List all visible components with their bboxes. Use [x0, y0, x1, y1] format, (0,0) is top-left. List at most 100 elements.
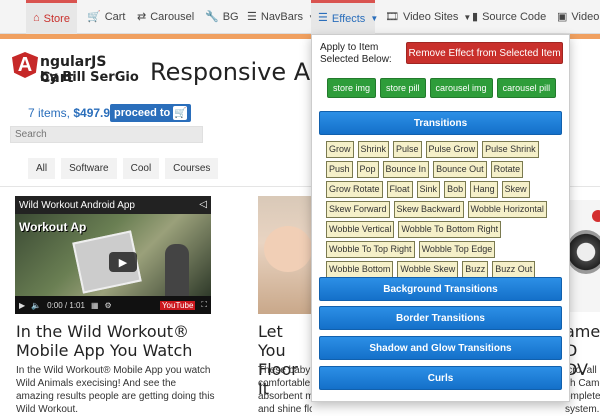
video-controls: ▶ 🔈 0:00 / 1:01 ▦ ⚙ YouTube ⛶ [15, 296, 211, 314]
top-navbar: ⌂ Store 🛒 Cart ⇄ Carousel 🔧 BG ☰ NavBars… [0, 0, 600, 34]
nav-store-label: Store [43, 12, 70, 25]
effect-chip[interactable]: Pulse [393, 141, 422, 158]
film-icon: 🎞 [385, 10, 399, 23]
nav-navbars-label: NavBars [260, 11, 304, 23]
section-shadow-glow-transitions[interactable]: Shadow and Glow Transitions [319, 336, 562, 360]
nav-effects[interactable]: ☰ Effects ▼ [311, 0, 378, 34]
effect-chip[interactable]: Wobble Skew [397, 261, 459, 278]
effect-chip[interactable]: Push [326, 161, 353, 178]
video-player[interactable]: Wild Workout Android App ◁ Workout Ap ▶ … [15, 196, 211, 314]
effect-chip[interactable]: Grow Rotate [326, 181, 383, 198]
description-line: system. This wire-free wa [565, 404, 600, 415]
effect-chip[interactable]: Skew [501, 181, 530, 198]
page-title: Responsive Ang [150, 58, 310, 86]
youtube-logo[interactable]: YouTube [159, 300, 196, 310]
filter-courses[interactable]: Courses [165, 158, 219, 179]
nav-video-sites-label: Video Sites [402, 11, 459, 23]
effect-chip[interactable]: Skew Backward [393, 201, 464, 218]
effect-chip[interactable]: Wobble Bottom [326, 261, 394, 278]
nav-video[interactable]: ▣ Video [550, 0, 600, 34]
search-input[interactable] [10, 126, 203, 143]
target-store-img[interactable]: store img [327, 78, 377, 98]
effect-chip[interactable]: Pulse Grow [425, 141, 479, 158]
nav-carousel[interactable]: ⇄ Carousel [130, 0, 201, 34]
effect-chip[interactable]: Pop [356, 161, 379, 178]
effect-chip[interactable]: Wobble Horizontal [467, 201, 547, 218]
description-line: ch Came [565, 378, 600, 389]
description-line: omplete [565, 391, 600, 402]
target-selector: store img store pill carousel img carous… [327, 78, 557, 98]
effect-chip[interactable]: Float [386, 181, 413, 198]
cart-icon: 🛒 [87, 10, 101, 23]
nav-store[interactable]: ⌂ Store [26, 0, 77, 34]
effect-chip[interactable]: Buzz [462, 261, 489, 278]
bookmark-icon: ▮ [472, 10, 479, 23]
section-background-transitions[interactable]: Background Transitions [319, 277, 562, 301]
effect-chip[interactable]: Pulse Shrink [482, 141, 539, 158]
effect-chip[interactable]: Wobble To Bottom Right [398, 221, 502, 238]
effect-chip[interactable]: Shrink [357, 141, 390, 158]
filter-cool[interactable]: Cool [122, 158, 160, 179]
captions-icon[interactable]: ▦ [91, 301, 99, 310]
nav-source-code[interactable]: ▮ Source Code [465, 0, 553, 34]
effects-dropdown: Apply to Item Selected Below: Remove Eff… [311, 34, 570, 402]
effect-chip[interactable]: Skew Forward [326, 201, 390, 218]
description-line: These baby r [258, 365, 312, 376]
effect-chip[interactable]: Grow [326, 141, 354, 158]
fullscreen-icon[interactable]: ⛶ [201, 300, 207, 310]
description-line: comfortable. [258, 378, 312, 389]
nav-bg[interactable]: 🔧 BG [198, 0, 246, 34]
nav-video-label: Video [571, 11, 600, 23]
nav-cart[interactable]: 🛒 Cart [80, 0, 132, 34]
effect-chip[interactable]: Wobble Top Edge [418, 241, 496, 258]
effect-chip[interactable]: Wobble Vertical [326, 221, 395, 238]
category-filters: All Software Cool Courses [28, 158, 219, 179]
target-carousel-img[interactable]: carousel img [429, 78, 493, 98]
effect-chip[interactable]: Hang [470, 181, 498, 198]
cart-item-count: 7 items, [28, 106, 71, 120]
remove-effect-button[interactable]: Remove Effect from Selected Item [406, 42, 563, 64]
effect-chip[interactable]: Bounce Out [433, 161, 487, 178]
description-line: icro, all [565, 365, 597, 376]
effect-chip[interactable]: Sink [416, 181, 441, 198]
description-line: absorbent ma [258, 391, 312, 402]
wrench-icon: 🔧 [205, 10, 219, 23]
effect-chip[interactable]: Rotate [490, 161, 524, 178]
nav-bg-label: BG [222, 11, 239, 23]
baby-face [264, 226, 312, 272]
proceed-to-cart-button[interactable]: proceed to 🛒 [110, 104, 192, 122]
product-title[interactable]: In the Wild Workout® Mobile App You Watc… [16, 322, 216, 360]
product-description: In the Wild Workout® Mobile App you watc… [16, 365, 215, 415]
target-store-pill[interactable]: store pill [380, 78, 426, 98]
filter-software[interactable]: Software [61, 158, 117, 179]
cart-summary: 7 items, $497.97 [28, 106, 117, 120]
notification-dot [592, 210, 600, 222]
site-logo[interactable]: A ngularJS Cart by Bill SerGio [10, 50, 140, 88]
section-border-transitions[interactable]: Border Transitions [319, 306, 562, 330]
play-icon[interactable]: ▶ [19, 301, 25, 310]
settings-icon[interactable]: ⚙ [105, 301, 112, 310]
description-line: and shine floors. When your baby is done [258, 404, 312, 415]
share-icon[interactable]: ◁ [199, 199, 207, 210]
nav-carousel-label: Carousel [150, 11, 195, 23]
product-image[interactable] [258, 196, 312, 314]
section-curls[interactable]: Curls [319, 366, 562, 390]
video-thumbnail: Workout Ap ▶ [15, 214, 211, 296]
nav-video-sites[interactable]: 🎞 Video Sites ▼ [378, 0, 478, 34]
effect-chip[interactable]: Wobble To Top Right [326, 241, 415, 258]
effect-chip[interactable]: Bounce In [382, 161, 430, 178]
target-carousel-pill[interactable]: carousel pill [496, 78, 557, 98]
apply-label: Apply to Item Selected Below: [320, 42, 392, 65]
effect-chip[interactable]: Buzz Out [492, 261, 536, 278]
play-icon[interactable]: ▶ [109, 252, 137, 272]
proceed-label: proceed to [114, 107, 171, 119]
cart-icon: 🛒 [173, 106, 188, 120]
volume-icon[interactable]: 🔈 [31, 301, 41, 310]
angular-shield-icon: A [12, 52, 38, 78]
logo-author: by Bill SerGio [40, 70, 139, 85]
section-transitions[interactable]: Transitions [319, 111, 562, 135]
filter-all[interactable]: All [28, 158, 56, 179]
effect-chip[interactable]: Bob [444, 181, 467, 198]
product-description: icro, all ch Came omplete system. This w… [565, 364, 600, 416]
nav-cart-label: Cart [104, 11, 126, 23]
